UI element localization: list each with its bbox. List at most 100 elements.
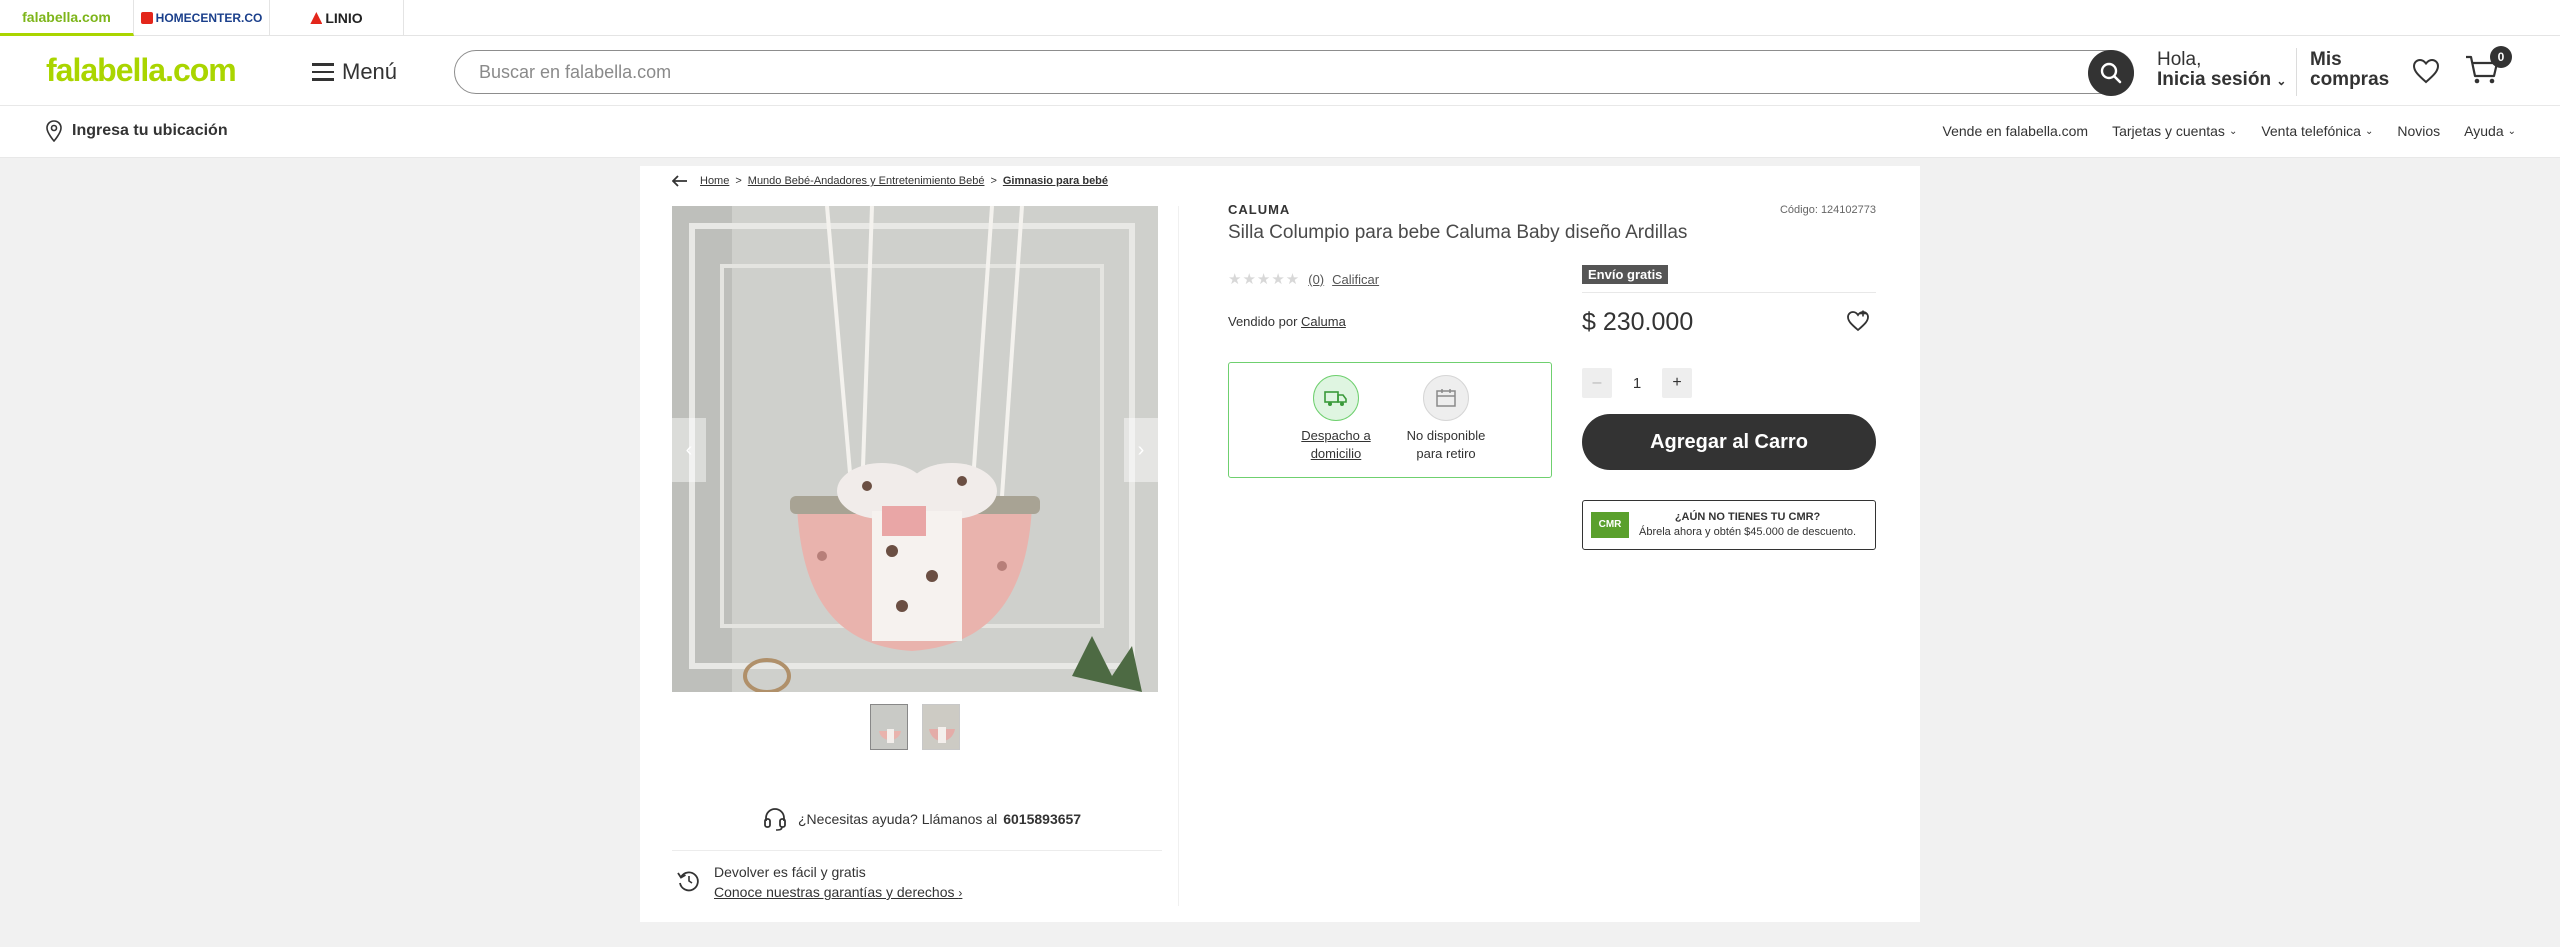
product-price: $ 230.000: [1582, 308, 1694, 336]
pickup-label-1: No disponible: [1406, 428, 1486, 443]
cmr-title: ¿AÚN NO TIENES TU CMR?: [1674, 511, 1821, 523]
home-delivery-option[interactable]: Despacho a domicilio: [1291, 375, 1381, 463]
chevron-left-icon: ‹: [685, 438, 693, 461]
swing-photo: [672, 206, 1158, 692]
calendar-icon: [1423, 375, 1469, 421]
truck-icon: [1313, 375, 1359, 421]
brand-strip: falabella.com HOMECENTER.CO LINIO: [0, 0, 2560, 36]
breadcrumb-separator: >: [990, 175, 997, 187]
cmr-promo-banner[interactable]: CMR ¿AÚN NO TIENES TU CMR? Ábrela ahora …: [1582, 500, 1876, 550]
free-shipping-badge: Envío gratis: [1582, 265, 1669, 284]
heart-icon: [2412, 58, 2440, 84]
rate-link[interactable]: Calificar: [1332, 272, 1379, 287]
thumbnail-2[interactable]: [922, 704, 960, 750]
link-cards[interactable]: Tarjetas y cuentas ⌄: [2112, 123, 2237, 139]
cart-count-badge: 0: [2490, 46, 2512, 68]
help-text: ¿Necesitas ayuda? Llámanos al: [798, 811, 998, 827]
link-sell-label: Vende en falabella.com: [1942, 123, 2089, 139]
linio-logo-icon: [310, 12, 323, 24]
link-cards-label: Tarjetas y cuentas: [2112, 123, 2225, 139]
menu-button[interactable]: Menú: [312, 56, 397, 88]
seller-link[interactable]: Caluma: [1301, 314, 1346, 329]
link-wedding[interactable]: Novios: [2397, 123, 2440, 139]
link-wedding-label: Novios: [2397, 123, 2441, 139]
chevron-down-icon: ⌄: [2507, 125, 2516, 137]
breadcrumb-separator: >: [735, 175, 742, 187]
search-input[interactable]: [479, 51, 2039, 93]
search-button[interactable]: [2088, 50, 2134, 96]
brand-tab-linio[interactable]: LINIO: [270, 0, 404, 36]
breadcrumb-category[interactable]: Mundo Bebé-Andadores y Entretenimiento B…: [748, 175, 985, 187]
chevron-down-icon: ⌄: [2228, 125, 2238, 137]
quantity-stepper: – 1 +: [1582, 368, 1692, 398]
my-purchases-line2: compras: [2310, 69, 2390, 90]
search-icon: [2100, 62, 2122, 84]
homecenter-logo-icon: [140, 12, 153, 24]
help-phone-number[interactable]: 6015893657: [1003, 811, 1081, 827]
store-pickup-option: No disponible para retiro: [1401, 375, 1491, 463]
link-help-label: Ayuda: [2464, 123, 2504, 139]
rating-row: ★★★★★ (0) Calificar: [1228, 270, 1379, 288]
breadcrumb: Home > Mundo Bebé-Andadores y Entretenim…: [672, 175, 1108, 187]
breadcrumb-current[interactable]: Gimnasio para bebé: [1003, 175, 1108, 187]
falabella-logo[interactable]: falabella.com: [46, 52, 237, 89]
product-code: Código: 124102773: [1779, 204, 1876, 216]
top-links: Vende en falabella.com Tarjetas y cuenta…: [1919, 123, 2516, 139]
wishlist-button[interactable]: [2412, 58, 2440, 89]
returns-link[interactable]: Conoce nuestras garantías y derechos: [714, 884, 954, 900]
heart-plus-icon: [1847, 310, 1869, 332]
chevron-right-icon: ›: [1137, 438, 1145, 461]
link-sell[interactable]: Vende en falabella.com: [1943, 123, 2089, 139]
linio-brand-label: LINIO: [325, 10, 363, 26]
headset-icon: [764, 808, 786, 831]
chevron-down-icon: ⌄: [2276, 74, 2287, 88]
hamburger-icon: [312, 63, 334, 81]
price-divider: [1582, 292, 1876, 293]
sub-header: Ingresa tu ubicación Vende en falabella.…: [0, 106, 2560, 158]
help-phone: ¿Necesitas ayuda? Llámanos al 6015893657: [762, 806, 1081, 832]
seller-info: Vendido por Caluma: [1228, 314, 1346, 329]
returns-line1: Devolver es fácil y gratis: [714, 864, 866, 880]
brand-tab-falabella[interactable]: falabella.com: [0, 0, 134, 36]
greeting-line1: Hola,: [2157, 49, 2202, 70]
homecenter-brand-label: HOMECENTER.CO: [155, 11, 263, 25]
thumbnail-1[interactable]: [870, 704, 908, 750]
add-to-cart-button[interactable]: Agregar al Carro: [1582, 414, 1876, 470]
seller-prefix: Vendido por: [1228, 314, 1298, 329]
my-purchases-link[interactable]: Mis compras: [2310, 50, 2389, 90]
product-brand[interactable]: CALUMA: [1228, 202, 1290, 217]
login-menu[interactable]: Hola, Inicia sesión ⌄: [2157, 50, 2286, 91]
returns-info: Devolver es fácil y gratis Conoce nuestr…: [676, 864, 962, 900]
location-selector[interactable]: Ingresa tu ubicación: [46, 120, 228, 142]
gallery-prev-button[interactable]: ‹: [672, 418, 706, 482]
cmr-logo-text: CMR: [1598, 519, 1622, 530]
section-divider: [672, 850, 1162, 851]
gallery-next-button[interactable]: ›: [1124, 418, 1158, 482]
product-panel: Home > Mundo Bebé-Andadores y Entretenim…: [640, 166, 1920, 922]
cmr-card-icon: CMR: [1591, 512, 1629, 538]
chevron-right-icon: ›: [958, 886, 963, 900]
return-arrow-icon: [677, 871, 699, 892]
delivery-options: Despacho a domicilio No disponible para re…: [1228, 362, 1552, 478]
main-header: falabella.com Menú Hola, Inicia sesión ⌄…: [0, 36, 2560, 106]
cmr-subtitle: Ábrela ahora y obtén $45.000 de descuent…: [1639, 526, 1857, 538]
quantity-decrease-button[interactable]: –: [1582, 368, 1612, 398]
brand-tab-homecenter[interactable]: HOMECENTER.CO: [134, 0, 270, 36]
product-image[interactable]: ‹ ›: [672, 206, 1158, 692]
quantity-value[interactable]: 1: [1612, 375, 1662, 392]
pickup-label-2: para retiro: [1416, 446, 1476, 461]
my-purchases-line1: Mis: [2310, 49, 2342, 70]
quantity-increase-button[interactable]: +: [1662, 368, 1692, 398]
plus-icon: +: [1672, 374, 1682, 391]
add-to-wishlist-button[interactable]: [1846, 310, 1870, 337]
home-delivery-label-2: domicilio: [1310, 446, 1362, 461]
header-divider: [2296, 48, 2297, 96]
link-phone-sales[interactable]: Venta telefónica ⌄: [2261, 123, 2373, 139]
chevron-down-icon: ⌄: [2364, 125, 2374, 137]
location-pin-icon: [46, 120, 62, 142]
link-help[interactable]: Ayuda ⌄: [2464, 123, 2516, 139]
search-bar: [454, 50, 2134, 96]
breadcrumb-home[interactable]: Home: [700, 175, 729, 187]
back-arrow-icon[interactable]: [672, 175, 688, 187]
rating-count[interactable]: (0): [1308, 272, 1324, 287]
